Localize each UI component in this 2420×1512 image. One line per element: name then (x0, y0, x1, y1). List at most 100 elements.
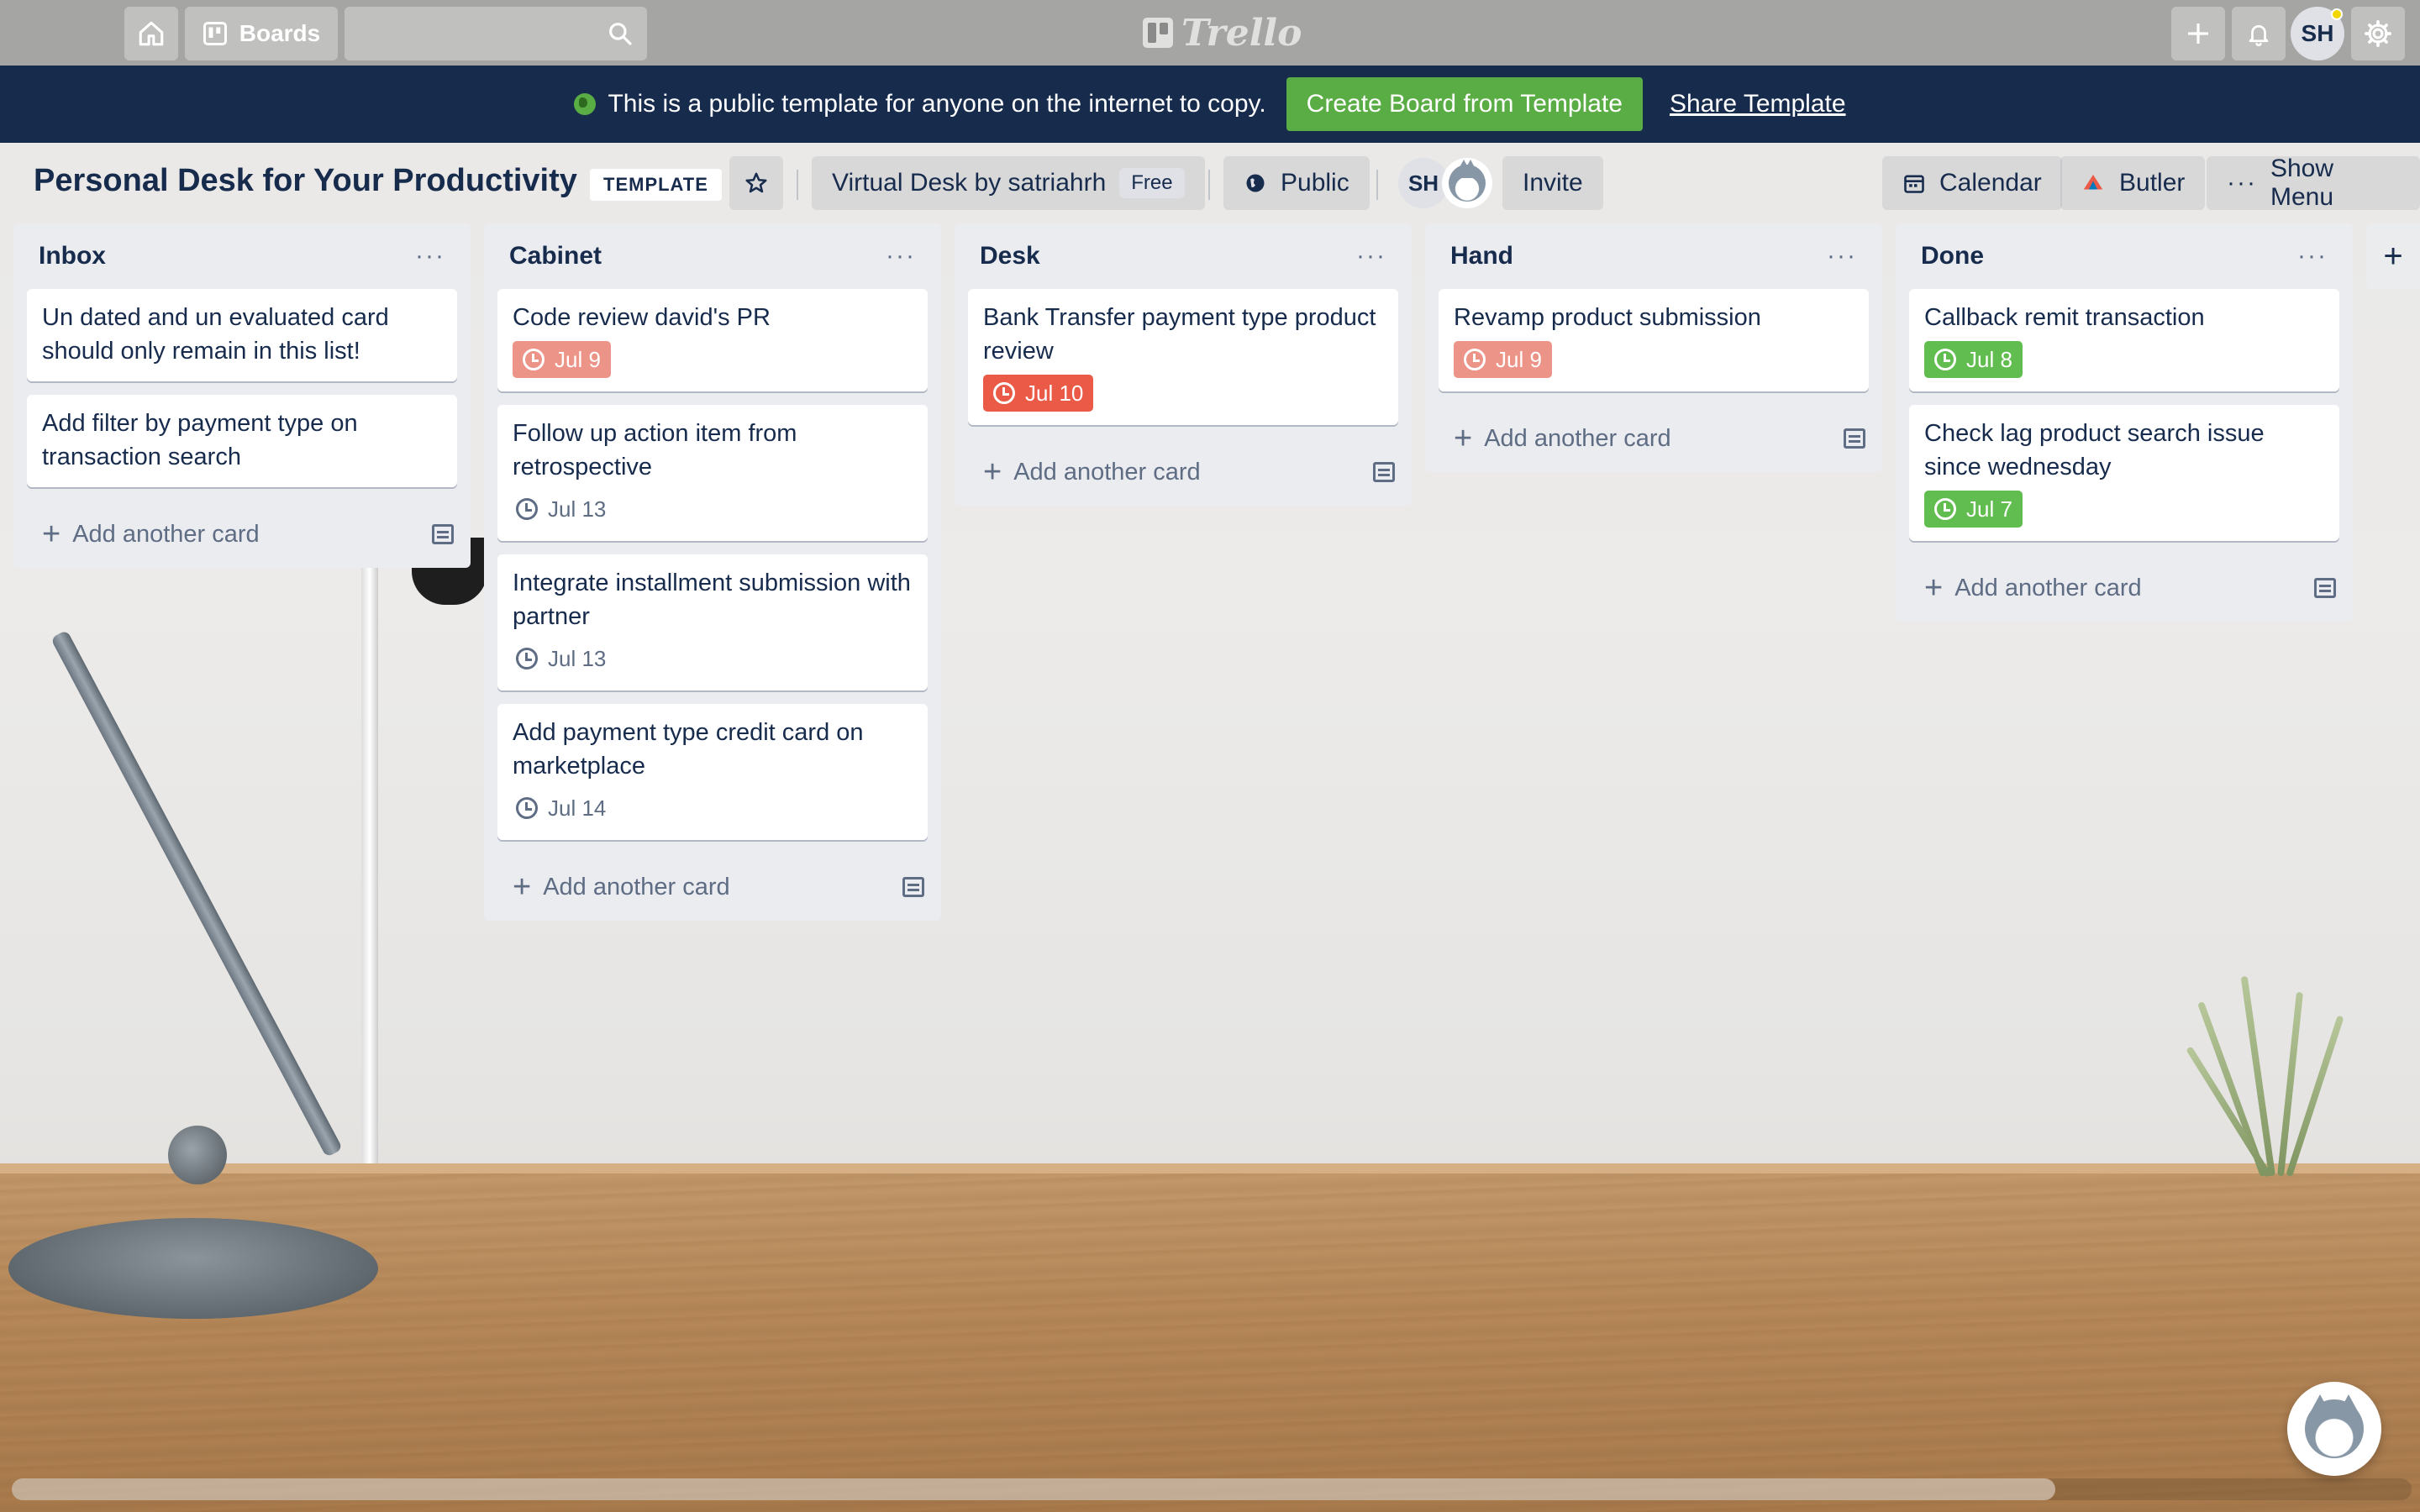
card-title: Code review david's PR (513, 304, 771, 331)
list-title[interactable]: Hand (1450, 242, 1513, 270)
calendar-icon (1904, 175, 1924, 193)
due-date-badge[interactable]: Jul 13 (513, 640, 616, 677)
add-card-button[interactable]: + Add another card (955, 438, 1412, 506)
more-icon: ··· (2227, 169, 2257, 197)
show-menu-button[interactable]: ··· Show Menu (2207, 155, 2420, 211)
card-list: Bank Transfer payment type product revie… (955, 289, 1412, 425)
boards-icon (203, 22, 227, 45)
workspace-button[interactable]: Virtual Desk by satriahrh Free (812, 156, 1205, 210)
card[interactable]: Callback remit transaction Jul 8 (1909, 289, 2339, 391)
create-button[interactable] (2171, 7, 2225, 60)
home-button[interactable] (124, 7, 178, 60)
home-icon (139, 21, 164, 46)
board-member-avatar-husky[interactable] (1442, 158, 1492, 208)
list-actions-icon[interactable]: ··· (1827, 242, 1857, 270)
due-date-badge[interactable]: Jul 7 (1924, 491, 2023, 528)
due-date-badge[interactable]: Jul 10 (983, 375, 1094, 412)
banner-message: This is a public template for anyone on … (574, 90, 1266, 118)
plus-icon: + (2383, 237, 2403, 275)
header-separator (797, 170, 798, 200)
list-title[interactable]: Inbox (39, 242, 106, 270)
plant-decoration (2185, 966, 2353, 1179)
list-actions-icon[interactable]: ··· (886, 242, 916, 270)
due-date-badge[interactable]: Jul 14 (513, 790, 616, 827)
due-date-text: Jul 10 (1025, 380, 1084, 406)
card[interactable]: Add payment type credit card on marketpl… (497, 704, 928, 840)
card[interactable]: Code review david's PR Jul 9 (497, 289, 928, 391)
boards-label: Boards (239, 20, 321, 46)
card-list: Callback remit transaction Jul 8 Check lag… (1896, 289, 2353, 541)
add-card-button[interactable]: + Add another card (1425, 405, 1882, 472)
husky-icon (2305, 1394, 2364, 1458)
add-list-button[interactable]: + (2366, 223, 2420, 289)
invite-button[interactable]: Invite (1502, 156, 1603, 210)
clock-icon (516, 648, 538, 669)
globe-icon (574, 93, 597, 115)
trello-logo[interactable]: Trello (1143, 11, 1302, 55)
desk-edge (0, 1163, 2420, 1173)
list-title[interactable]: Done (1921, 242, 1984, 270)
due-date-badge[interactable]: Jul 13 (513, 491, 616, 528)
create-from-template-icon[interactable] (1373, 462, 1395, 482)
star-board-button[interactable] (729, 156, 783, 210)
scrollbar-thumb[interactable] (12, 1478, 2055, 1500)
add-card-button[interactable]: + Add another card (484, 853, 941, 921)
trello-mark-icon (1143, 18, 1173, 48)
create-from-template-icon[interactable] (432, 524, 454, 544)
add-card-label: Add another card (1954, 574, 2142, 601)
list-actions-icon[interactable]: ··· (1356, 242, 1386, 270)
user-avatar[interactable]: SH (2291, 7, 2344, 60)
due-date-badge[interactable]: Jul 8 (1924, 341, 2023, 378)
list-title[interactable]: Desk (980, 242, 1040, 270)
butler-assistant-button[interactable] (2287, 1382, 2381, 1476)
calendar-label: Calendar (1939, 169, 2042, 197)
due-date-text: Jul 9 (1496, 346, 1542, 372)
list-actions-icon[interactable]: ··· (2297, 242, 2328, 270)
show-menu-label: Show Menu (2270, 155, 2334, 211)
add-card-group: + Add another card (42, 518, 260, 550)
boards-button[interactable]: Boards (185, 7, 338, 60)
card[interactable]: Integrate installment submission with pa… (497, 554, 928, 690)
add-card-button[interactable]: + Add another card (1896, 554, 2353, 622)
plus-icon: + (42, 517, 61, 552)
due-date-badge[interactable]: Jul 9 (513, 341, 611, 378)
card-title: Follow up action item from retrospective (513, 420, 797, 480)
card[interactable]: Un dated and un evaluated card should on… (27, 289, 457, 381)
list-title[interactable]: Cabinet (509, 242, 602, 270)
create-from-template-icon[interactable] (2314, 578, 2336, 598)
settings-button[interactable] (2351, 7, 2405, 60)
header-separator (1208, 170, 1210, 200)
notifications-button[interactable] (2232, 7, 2286, 60)
card[interactable]: Add filter by payment type on transactio… (27, 395, 457, 487)
create-board-from-template-button[interactable]: Create Board from Template (1286, 77, 1643, 131)
card[interactable]: Follow up action item from retrospective… (497, 405, 928, 541)
board-title[interactable]: Personal Desk for Your Productivity (34, 163, 577, 199)
due-date-text: Jul 9 (555, 346, 601, 372)
plus-icon: + (983, 454, 1002, 490)
list-actions-icon[interactable]: ··· (415, 242, 445, 270)
visibility-button[interactable]: Public (1223, 156, 1370, 210)
husky-avatar-icon (1449, 160, 1486, 202)
share-template-link[interactable]: Share Template (1670, 90, 1846, 118)
workspace-plan-badge: Free (1119, 168, 1185, 198)
card[interactable]: Check lag product search issue since wed… (1909, 405, 2339, 541)
add-card-label: Add another card (543, 873, 730, 900)
search-input[interactable] (345, 7, 647, 60)
card[interactable]: Revamp product submission Jul 9 (1439, 289, 1869, 391)
add-card-group: + Add another card (1924, 572, 2142, 604)
calendar-button[interactable]: Calendar (1882, 156, 2062, 210)
header-separator (1376, 170, 1378, 200)
list-desk: Desk ··· Bank Transfer payment type produc… (955, 223, 1412, 506)
card[interactable]: Bank Transfer payment type product revie… (968, 289, 1398, 425)
add-card-button[interactable]: + Add another card (13, 501, 471, 568)
due-date-badge[interactable]: Jul 9 (1454, 341, 1552, 378)
trello-logo-text: Trello (1181, 11, 1302, 55)
butler-button[interactable]: Butler (2060, 156, 2206, 210)
star-icon (745, 172, 767, 193)
create-from-template-icon[interactable] (1844, 428, 1865, 449)
clock-icon (1934, 349, 1956, 370)
create-from-template-icon[interactable] (902, 877, 924, 897)
search-icon (609, 23, 632, 45)
board-member-avatar-sh[interactable]: SH (1398, 158, 1449, 208)
horizontal-scrollbar[interactable] (12, 1478, 2412, 1500)
